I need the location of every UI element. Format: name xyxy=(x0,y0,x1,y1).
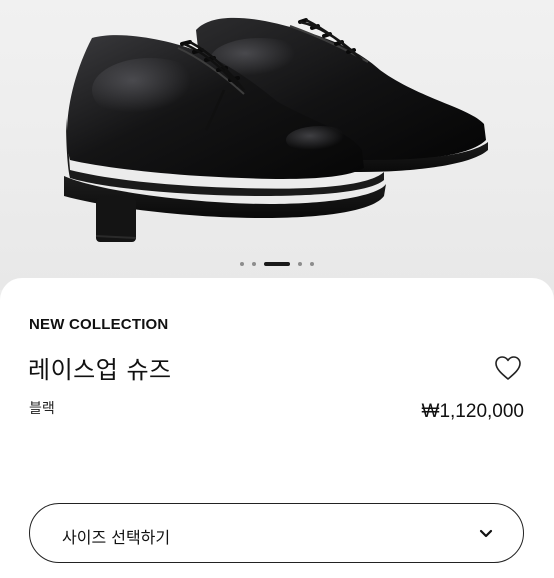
product-color: 블랙 xyxy=(29,401,55,417)
carousel-indicator xyxy=(0,261,554,267)
product-info-sheet: NEW COLLECTION 레이스업 슈즈 블랙 ₩1,120,000 사이즈… xyxy=(0,278,554,578)
product-gallery[interactable] xyxy=(0,0,554,290)
size-select-label: 사이즈 선택하기 xyxy=(62,528,171,547)
carousel-dot[interactable] xyxy=(298,262,302,266)
size-select-dropdown[interactable]: 사이즈 선택하기 xyxy=(29,503,524,563)
carousel-dot[interactable] xyxy=(240,262,244,266)
product-price: ₩1,120,000 xyxy=(421,401,524,422)
carousel-dot-active[interactable] xyxy=(264,262,290,266)
heart-icon[interactable] xyxy=(494,355,522,381)
chevron-down-icon xyxy=(479,529,493,538)
product-image xyxy=(64,17,488,242)
collection-label: NEW COLLECTION xyxy=(29,316,169,333)
product-name: 레이스업 슈즈 xyxy=(28,356,172,384)
carousel-dot[interactable] xyxy=(310,262,314,266)
carousel-dot[interactable] xyxy=(252,262,256,266)
